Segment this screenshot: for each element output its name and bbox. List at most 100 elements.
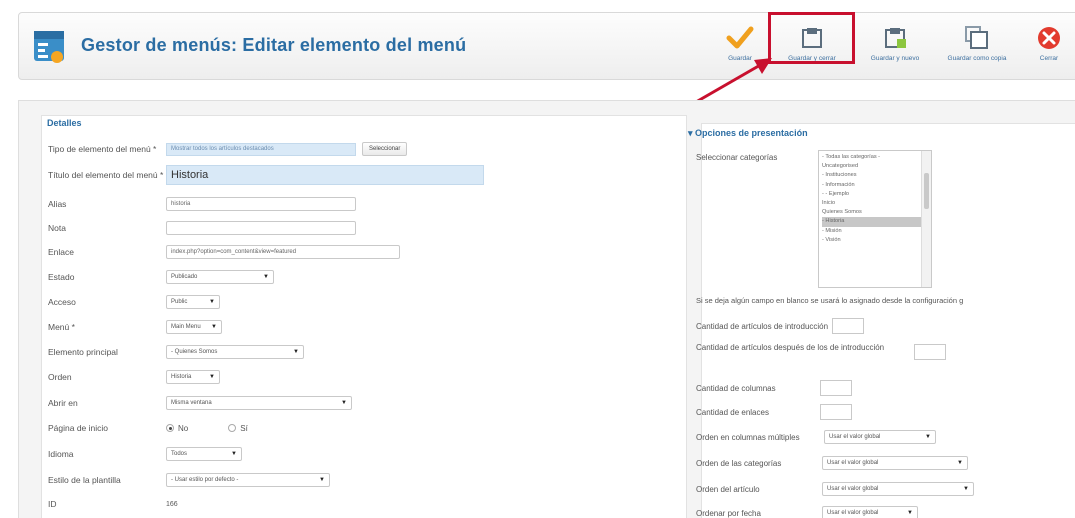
status-select[interactable]: Publicado ▼ — [166, 270, 274, 284]
chevron-down-icon: ▼ — [925, 434, 931, 440]
menu-select[interactable]: Main Menu ▼ — [166, 320, 222, 334]
category-option[interactable]: - Todas las categorías - — [822, 153, 928, 162]
close-icon — [1038, 27, 1060, 49]
row-parent: Elemento principal - Quienes Somos ▼ — [48, 344, 304, 360]
columns-input[interactable] — [820, 380, 852, 396]
links-input[interactable] — [820, 404, 852, 420]
order-select[interactable]: Historia ▼ — [166, 370, 220, 384]
access-value: Public — [171, 299, 188, 305]
select-type-button[interactable]: Seleccionar — [362, 142, 408, 156]
intro-count-label: Cantidad de artículos de introducción — [696, 321, 829, 331]
chevron-down-icon: ▼ — [319, 477, 325, 483]
category-option[interactable]: - Visión — [822, 236, 928, 245]
alias-input[interactable]: historia — [166, 197, 356, 211]
row-links: Cantidad de enlaces — [696, 404, 852, 420]
alias-label: Alias — [48, 199, 67, 209]
save-new-button[interactable]: Guardar y nuevo — [859, 25, 931, 71]
category-option[interactable]: Inicio — [822, 199, 928, 208]
article-order-value: Usar el valor global — [827, 486, 879, 492]
radio-selected-icon — [166, 424, 174, 432]
category-option[interactable]: - Historia — [822, 217, 928, 227]
row-categories: Seleccionar categorías — [696, 153, 777, 162]
menu-label: Menú * — [48, 322, 75, 332]
multicol-order-label: Orden en columnas múltiples — [696, 432, 800, 442]
page-header: Gestor de menús: Editar elemento del men… — [18, 12, 1075, 80]
article-order-select[interactable]: Usar el valor global ▼ — [822, 482, 974, 496]
home-no-label: No — [178, 423, 189, 433]
row-type: Tipo de elemento del menú * Mostrar todo… — [48, 141, 408, 157]
parent-select[interactable]: - Quienes Somos ▼ — [166, 345, 304, 359]
defaults-note: Si se deja algún campo en blanco se usar… — [696, 296, 964, 305]
row-order: Orden Historia ▼ — [48, 369, 220, 385]
row-template-style: Estilo de la plantilla - Usar estilo por… — [48, 472, 330, 488]
status-label: Estado — [48, 272, 75, 282]
radio-empty-icon — [228, 424, 237, 432]
date-order-label: Ordenar por fecha — [696, 508, 761, 518]
save-new-icon — [885, 28, 906, 48]
row-category-order: Orden de las categorías Usar el valor gl… — [696, 456, 968, 470]
open-select[interactable]: Misma ventana ▼ — [166, 396, 352, 410]
access-select[interactable]: Public ▼ — [166, 295, 220, 309]
note-input[interactable] — [166, 221, 356, 235]
date-order-select[interactable]: Usar el valor global ▼ — [822, 506, 918, 518]
chevron-down-icon: ▼ — [209, 299, 215, 305]
language-label: Idioma — [48, 449, 74, 459]
parent-value: - Quienes Somos — [171, 349, 218, 355]
category-order-select[interactable]: Usar el valor global ▼ — [822, 456, 968, 470]
collapse-arrow-icon: ▾ — [688, 128, 696, 138]
row-title: Título del elemento del menú * Historia — [48, 164, 484, 186]
categories-multiselect[interactable]: - Todas las categorías - Uncategorised - I… — [818, 150, 932, 288]
save-new-label: Guardar y nuevo — [870, 55, 920, 62]
row-note: Nota — [48, 220, 356, 236]
category-option[interactable]: Quienes Somos — [822, 208, 928, 217]
chevron-down-icon: ▼ — [341, 400, 347, 406]
menu-value: Main Menu — [171, 324, 201, 330]
language-select[interactable]: Todos ▼ — [166, 447, 242, 461]
id-label: ID — [48, 499, 57, 509]
links-label: Cantidad de enlaces — [696, 407, 769, 417]
intro-count-input[interactable] — [832, 318, 865, 334]
chevron-down-icon: ▼ — [907, 510, 913, 516]
after-intro-count-input[interactable] — [914, 344, 946, 360]
presentation-options-toggle[interactable]: ▾ Opciones de presentación — [688, 128, 808, 139]
multicol-order-select[interactable]: Usar el valor global ▼ — [824, 430, 936, 444]
row-open: Abrir en Misma ventana ▼ — [48, 395, 352, 411]
category-option[interactable]: - - Ejemplo — [822, 190, 928, 199]
template-style-value: - Usar estilo por defecto - — [171, 477, 239, 483]
categories-list: - Todas las categorías - Uncategorised - I… — [822, 153, 928, 245]
article-order-label: Orden del artículo — [696, 484, 760, 494]
open-value: Misma ventana — [171, 400, 212, 406]
row-access: Acceso Public ▼ — [48, 294, 220, 310]
row-status: Estado Publicado ▼ — [48, 269, 274, 285]
category-option[interactable]: Uncategorised — [822, 162, 928, 171]
save-close-highlight — [768, 12, 855, 64]
row-after-intro-count: Cantidad de artículos después de los de … — [696, 342, 946, 360]
access-label: Acceso — [48, 297, 76, 307]
save-copy-button[interactable]: Guardar como copia — [935, 25, 1019, 71]
template-style-select[interactable]: - Usar estilo por defecto - ▼ — [166, 473, 330, 487]
type-field: Mostrar todos los artículos destacados — [166, 142, 356, 156]
multicol-order-value: Usar el valor global — [829, 434, 881, 440]
chevron-down-icon: ▼ — [957, 460, 963, 466]
categories-scrollbar[interactable] — [921, 151, 931, 287]
note-label: Nota — [48, 223, 66, 233]
link-input[interactable]: index.php?option=com_content&view=featur… — [166, 245, 400, 259]
date-order-value: Usar el valor global — [827, 510, 879, 516]
home-yes-radio[interactable]: Sí — [228, 424, 248, 433]
category-option[interactable]: - Instituciones — [822, 171, 928, 180]
home-no-radio[interactable]: No — [166, 424, 188, 433]
row-multicol-order: Orden en columnas múltiples Usar el valo… — [696, 430, 936, 444]
language-value: Todos — [171, 451, 188, 457]
category-option[interactable]: - Misión — [822, 227, 928, 236]
row-article-order: Orden del artículo Usar el valor global … — [696, 482, 974, 496]
title-input[interactable]: Historia — [166, 165, 484, 185]
row-link: Enlace index.php?option=com_content&view… — [48, 244, 400, 260]
close-button[interactable]: Cerrar — [1029, 25, 1069, 71]
columns-label: Cantidad de columnas — [696, 383, 776, 393]
template-style-label: Estilo de la plantilla — [48, 475, 121, 485]
order-value: Historia — [171, 374, 192, 380]
scrollbar-thumb[interactable] — [924, 173, 929, 209]
open-label: Abrir en — [48, 398, 78, 408]
chevron-down-icon: ▼ — [293, 349, 299, 355]
category-option[interactable]: - Información — [822, 181, 928, 190]
